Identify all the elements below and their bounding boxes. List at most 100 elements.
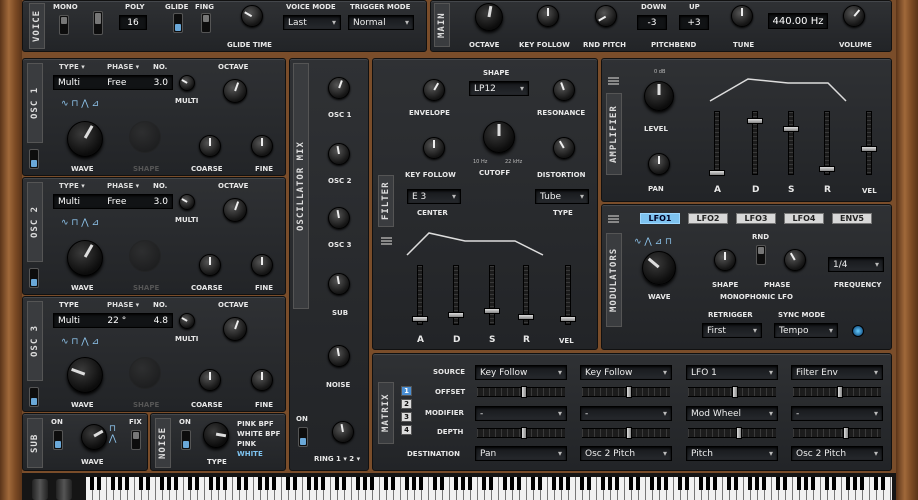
- osc2-on-toggle[interactable]: [29, 268, 39, 288]
- lfo-retrigger-dropdown[interactable]: First: [702, 323, 762, 338]
- osc1-on-toggle[interactable]: [29, 149, 39, 169]
- osc2-fine-knob[interactable]: [251, 254, 273, 276]
- mix-osc2-knob[interactable]: [328, 143, 350, 165]
- matrix-col3-source[interactable]: LFO 1: [686, 365, 778, 380]
- pitchbend-down-field[interactable]: -3: [637, 15, 667, 30]
- lfo-sync-dropdown[interactable]: Tempo: [774, 323, 838, 338]
- matrix-col4-destination[interactable]: Osc 2 Pitch: [791, 446, 883, 461]
- matrix-col3-offset-slider[interactable]: [688, 386, 776, 398]
- amp-vel-slider[interactable]: [861, 111, 877, 175]
- noise-on-toggle[interactable]: [181, 430, 191, 450]
- osc3-wave-knob[interactable]: [67, 357, 103, 393]
- matrix-col3-depth-slider[interactable]: [688, 427, 776, 439]
- osc3-fine-knob[interactable]: [251, 369, 273, 391]
- matrix-col4-modifier[interactable]: -: [791, 406, 883, 421]
- osc2-wave-knob[interactable]: [67, 240, 103, 276]
- mix-osc1-knob[interactable]: [328, 77, 350, 99]
- lfo-frequency-dropdown[interactable]: 1/4: [828, 257, 884, 272]
- amp-sustain-slider[interactable]: [783, 111, 799, 175]
- mix-sub-knob[interactable]: [328, 273, 350, 295]
- filter-sustain-slider[interactable]: [484, 265, 500, 325]
- rnd-pitch-knob[interactable]: [595, 5, 617, 27]
- matrix-col4-offset-slider[interactable]: [793, 386, 881, 398]
- modulators-menu-icon[interactable]: [608, 215, 619, 223]
- matrix-col2-source[interactable]: Key Follow: [580, 365, 672, 380]
- filter-type-dropdown[interactable]: Tube: [535, 189, 589, 204]
- filter-shape-dropdown[interactable]: LP12: [469, 81, 529, 96]
- mix-noise-knob[interactable]: [328, 345, 350, 367]
- sub-fix-toggle[interactable]: [131, 430, 141, 450]
- matrix-col2-offset-slider[interactable]: [582, 386, 670, 398]
- osc3-settings-field[interactable]: Multi 22 ° 4.8: [53, 313, 173, 328]
- osc1-fine-knob[interactable]: [251, 135, 273, 157]
- key-follow-knob[interactable]: [537, 5, 559, 27]
- filter-envelope-knob[interactable]: [423, 79, 445, 101]
- mono-poly-switch[interactable]: [93, 11, 103, 35]
- matrix-slot-2[interactable]: 2: [401, 399, 412, 409]
- matrix-col1-depth-slider[interactable]: [477, 427, 565, 439]
- tab-lfo1[interactable]: LFO1: [640, 213, 680, 224]
- matrix-slot-3[interactable]: 3: [401, 412, 412, 422]
- mod-wheel[interactable]: [56, 479, 72, 500]
- noise-type-pink[interactable]: PINK: [237, 440, 256, 448]
- tab-lfo4[interactable]: LFO4: [784, 213, 824, 224]
- matrix-col3-destination[interactable]: Pitch: [686, 446, 778, 461]
- matrix-col2-modifier[interactable]: -: [580, 406, 672, 421]
- filter-resonance-knob[interactable]: [553, 79, 575, 101]
- glide-time-knob[interactable]: [241, 5, 263, 27]
- matrix-col4-source[interactable]: Filter Env: [791, 365, 883, 380]
- sub-on-toggle[interactable]: [53, 430, 63, 450]
- mix-ring-toggle[interactable]: [298, 427, 308, 447]
- matrix-col4-depth-slider[interactable]: [793, 427, 881, 439]
- amp-release-slider[interactable]: [819, 111, 835, 175]
- filter-attack-slider[interactable]: [412, 265, 428, 325]
- mix-osc3-knob[interactable]: [328, 207, 350, 229]
- osc1-octave-knob[interactable]: [223, 79, 247, 103]
- fingered-toggle[interactable]: [201, 13, 211, 33]
- osc1-shape-knob[interactable]: [129, 121, 161, 153]
- osc2-coarse-knob[interactable]: [199, 254, 221, 276]
- matrix-col2-destination[interactable]: Osc 2 Pitch: [580, 446, 672, 461]
- osc3-shape-knob[interactable]: [129, 357, 161, 389]
- osc2-octave-knob[interactable]: [223, 198, 247, 222]
- glide-toggle[interactable]: [173, 13, 183, 33]
- mix-ring-knob[interactable]: [332, 421, 354, 443]
- sub-wave-knob[interactable]: [81, 424, 107, 450]
- tune-field[interactable]: 440.00 Hz: [768, 13, 828, 29]
- mono-toggle[interactable]: [59, 15, 69, 35]
- osc2-detune-knob[interactable]: [179, 194, 195, 210]
- amp-decay-slider[interactable]: [747, 111, 763, 175]
- osc3-coarse-knob[interactable]: [199, 369, 221, 391]
- noise-type-pink-bpf[interactable]: PINK BPF: [237, 420, 274, 428]
- filter-menu-icon[interactable]: [381, 237, 392, 245]
- filter-distortion-knob[interactable]: [553, 137, 575, 159]
- noise-type-knob[interactable]: [203, 422, 229, 448]
- poly-voices-field[interactable]: 16: [119, 15, 147, 30]
- matrix-col3-modifier[interactable]: Mod Wheel: [686, 406, 778, 421]
- amp-pan-knob[interactable]: [648, 153, 670, 175]
- lfo-wave-knob[interactable]: [642, 251, 676, 285]
- matrix-slot-4[interactable]: 4: [401, 425, 412, 435]
- matrix-slot-1[interactable]: 1: [401, 386, 412, 396]
- voice-mode-dropdown[interactable]: Last: [283, 15, 341, 30]
- filter-release-slider[interactable]: [518, 265, 534, 325]
- amp-attack-slider[interactable]: [709, 111, 725, 176]
- filter-key-follow-knob[interactable]: [423, 137, 445, 159]
- tab-lfo2[interactable]: LFO2: [688, 213, 728, 224]
- osc3-on-toggle[interactable]: [29, 387, 39, 407]
- octave-knob[interactable]: [475, 3, 503, 31]
- osc3-octave-knob[interactable]: [223, 317, 247, 341]
- osc2-shape-knob[interactable]: [129, 240, 161, 272]
- matrix-col1-source[interactable]: Key Follow: [475, 365, 567, 380]
- osc1-detune-knob[interactable]: [179, 75, 195, 91]
- filter-vel-slider[interactable]: [560, 265, 576, 325]
- osc1-wave-knob[interactable]: [67, 121, 103, 157]
- matrix-col1-modifier[interactable]: -: [475, 406, 567, 421]
- filter-decay-slider[interactable]: [448, 265, 464, 325]
- lfo-rnd-toggle[interactable]: [756, 245, 766, 265]
- matrix-col1-destination[interactable]: Pan: [475, 446, 567, 461]
- pitchbend-up-field[interactable]: +3: [679, 15, 709, 30]
- osc1-coarse-knob[interactable]: [199, 135, 221, 157]
- filter-cutoff-knob[interactable]: [483, 121, 515, 153]
- tab-env5[interactable]: ENV5: [832, 213, 872, 224]
